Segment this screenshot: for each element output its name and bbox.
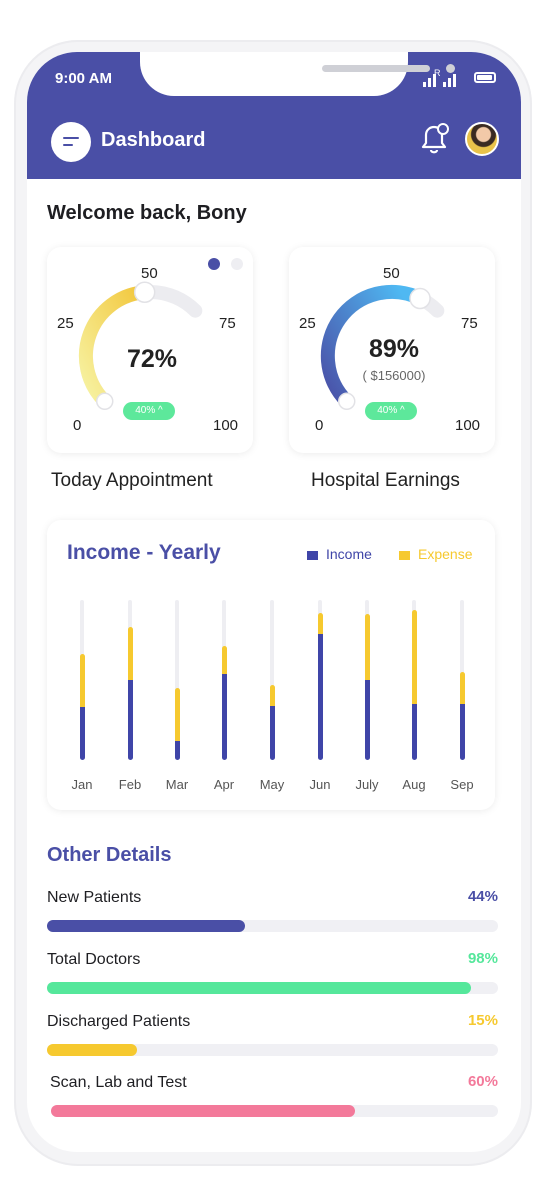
earnings-gauge-card[interactable]: 25 50 75 0 100 89% ( $156000) 40% ^ (289, 247, 495, 453)
income-chart-card: Income - Yearly Income Expense Jan Feb Mar… (47, 520, 495, 810)
bar-expense-july[interactable] (364, 614, 370, 680)
month-label: Jan (71, 777, 93, 792)
detail-percent: 60% (467, 1073, 498, 1090)
month-label: Mar (165, 777, 189, 792)
bar-expense-jun[interactable] (317, 612, 323, 634)
gauge-tick: 0 (73, 417, 82, 434)
signal-icon: R (423, 68, 456, 87)
detail-label: Total Doctors (47, 951, 141, 968)
bar-income-jan[interactable] (79, 707, 85, 760)
detail-progress-track (51, 1105, 498, 1117)
bar-income-aug[interactable] (411, 704, 417, 760)
gauge-tick: 50 (141, 265, 158, 282)
other-details-title: Other Details (47, 844, 172, 866)
menu-button[interactable] (51, 122, 91, 162)
notification-bell-icon[interactable] (417, 120, 451, 156)
menu-line (63, 144, 73, 146)
bar-expense-apr[interactable] (221, 646, 227, 674)
app-header: 9:00 AM R Dashboard (27, 52, 521, 179)
appointment-gauge-card[interactable]: 25 50 75 0 100 72% 40% ^ (47, 247, 253, 453)
gauge-tick: 25 (57, 315, 74, 332)
detail-label: New Patients (47, 889, 142, 906)
earnings-label: Hospital Earnings (311, 470, 460, 491)
bar-income-may[interactable] (269, 705, 275, 760)
bar-income-sep[interactable] (459, 704, 465, 760)
legend-swatch-income (307, 550, 318, 560)
gauge-tick: 75 (219, 315, 236, 332)
bar-expense-sep[interactable] (459, 672, 465, 704)
legend-expense[interactable]: Expense (399, 546, 472, 562)
detail-progress-fill (47, 1044, 138, 1056)
menu-line (63, 137, 79, 139)
month-label: Feb (118, 777, 142, 792)
month-label: July (355, 777, 379, 792)
user-avatar[interactable] (465, 122, 499, 156)
gauge-tick: 75 (461, 315, 478, 332)
gauge-tick: 25 (299, 315, 316, 332)
gauge-tick: 100 (455, 417, 481, 434)
detail-progress-track (47, 982, 498, 994)
bar-expense-jan[interactable] (79, 654, 85, 708)
legend-income-label: Income (326, 546, 372, 562)
bar-expense-may[interactable] (269, 684, 275, 706)
detail-progress-fill (51, 1105, 355, 1117)
gauge-tick: 50 (383, 265, 400, 282)
gauge-value: 72% (126, 345, 178, 373)
status-time: 9:00 AM (55, 70, 112, 87)
bar-income-july[interactable] (364, 680, 370, 760)
month-label: Apr (213, 777, 235, 792)
detail-percent: 44% (467, 888, 498, 905)
speaker-grille (322, 65, 430, 72)
appointment-label: Today Appointment (51, 470, 213, 491)
gauge-change-badge: 40% ^ (123, 402, 175, 420)
legend-income[interactable]: Income (307, 546, 372, 562)
detail-progress-track (47, 920, 498, 932)
chart-title: Income - Yearly (67, 541, 221, 564)
bar-expense-aug[interactable] (411, 609, 417, 704)
detail-label: Discharged Patients (47, 1013, 191, 1030)
legend-expense-label: Expense (418, 546, 473, 562)
detail-progress-fill (47, 982, 471, 994)
detail-percent: 98% (467, 950, 498, 967)
bar-expense-feb[interactable] (127, 627, 133, 680)
phone-notch (140, 52, 455, 96)
app-screen: 9:00 AM R Dashboard Welcome back, Bony 2… (27, 52, 521, 1152)
bar-income-apr[interactable] (221, 673, 227, 760)
gauge-value: 89% (368, 335, 420, 363)
bar-income-mar[interactable] (174, 740, 180, 760)
detail-label: Scan, Lab and Test (50, 1074, 187, 1091)
battery-icon (474, 72, 496, 83)
month-label: Jun (309, 777, 331, 792)
gauge-change-badge: 40% ^ (365, 402, 417, 420)
detail-progress-track (47, 1044, 498, 1056)
month-label: Sep (450, 777, 474, 792)
bar-expense-mar[interactable] (174, 688, 180, 741)
bar-income-jun[interactable] (317, 633, 323, 760)
month-label: May (259, 777, 285, 792)
month-label: Aug (402, 777, 426, 792)
signal-mark: R (434, 68, 441, 78)
welcome-text: Welcome back, Bony (47, 202, 247, 224)
detail-progress-fill (47, 920, 246, 932)
legend-swatch-expense (399, 550, 410, 560)
gauge-tick: 0 (315, 417, 324, 434)
bar-income-feb[interactable] (127, 680, 133, 760)
page-title: Dashboard (101, 129, 206, 151)
gauge-subvalue: ( $156000) (362, 368, 426, 383)
gauge-tick: 100 (213, 417, 239, 434)
detail-percent: 15% (467, 1012, 498, 1029)
